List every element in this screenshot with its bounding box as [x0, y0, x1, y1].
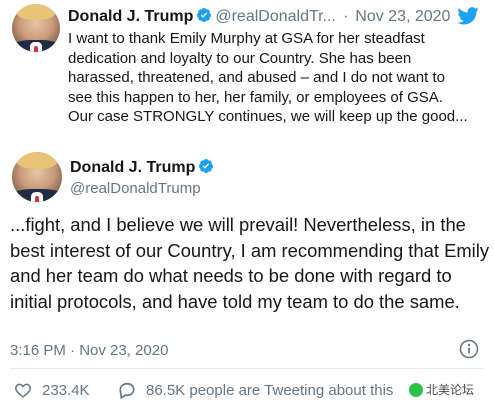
watermark-logo-icon [409, 383, 423, 397]
avatar-tie [35, 196, 39, 202]
avatar-hair [14, 4, 58, 21]
watermark-text: 北美论坛 [426, 383, 475, 397]
avatar-hair [15, 152, 59, 169]
avatar[interactable] [12, 152, 62, 202]
twitter-bird-icon [457, 7, 479, 25]
tweet2-text: ...fight, and I believe we will prevail!… [10, 214, 490, 312]
tweet2-author-name[interactable]: Donald J. Trump [70, 159, 195, 176]
tweet2-author-row: Donald J. Trump [70, 158, 217, 177]
verified-badge-icon [199, 159, 214, 173]
like-count: 233.4K [42, 382, 90, 399]
tweet2-timestamp[interactable]: 3:16 PM · Nov 23, 2020 [10, 342, 168, 359]
heart-icon[interactable] [14, 381, 32, 399]
avatar[interactable] [12, 4, 60, 52]
tweet1-author-name[interactable]: Donald J. Trump [68, 8, 193, 25]
tweet1-handle[interactable]: @realDonaldTr... [215, 8, 336, 25]
speech-bubble-icon[interactable] [117, 380, 137, 400]
info-icon[interactable] [459, 339, 479, 359]
tweeting-about-link[interactable]: 86.5K people are Tweeting about this [146, 382, 393, 399]
tweet1-header: Donald J. Trump @realDonaldTr... · Nov 23, … [68, 7, 450, 26]
tweet1-text: I want to thank Emily Murphy at GSA for … [68, 30, 468, 126]
separator-dot: · [342, 8, 349, 25]
divider [10, 368, 484, 369]
tweet2-handle[interactable]: @realDonaldTrump [70, 180, 201, 197]
verified-badge-icon [197, 8, 212, 22]
avatar-tie [34, 46, 38, 52]
tweet1-date[interactable]: Nov 23, 2020 [355, 8, 450, 25]
watermark: 北美论坛 [407, 380, 477, 399]
